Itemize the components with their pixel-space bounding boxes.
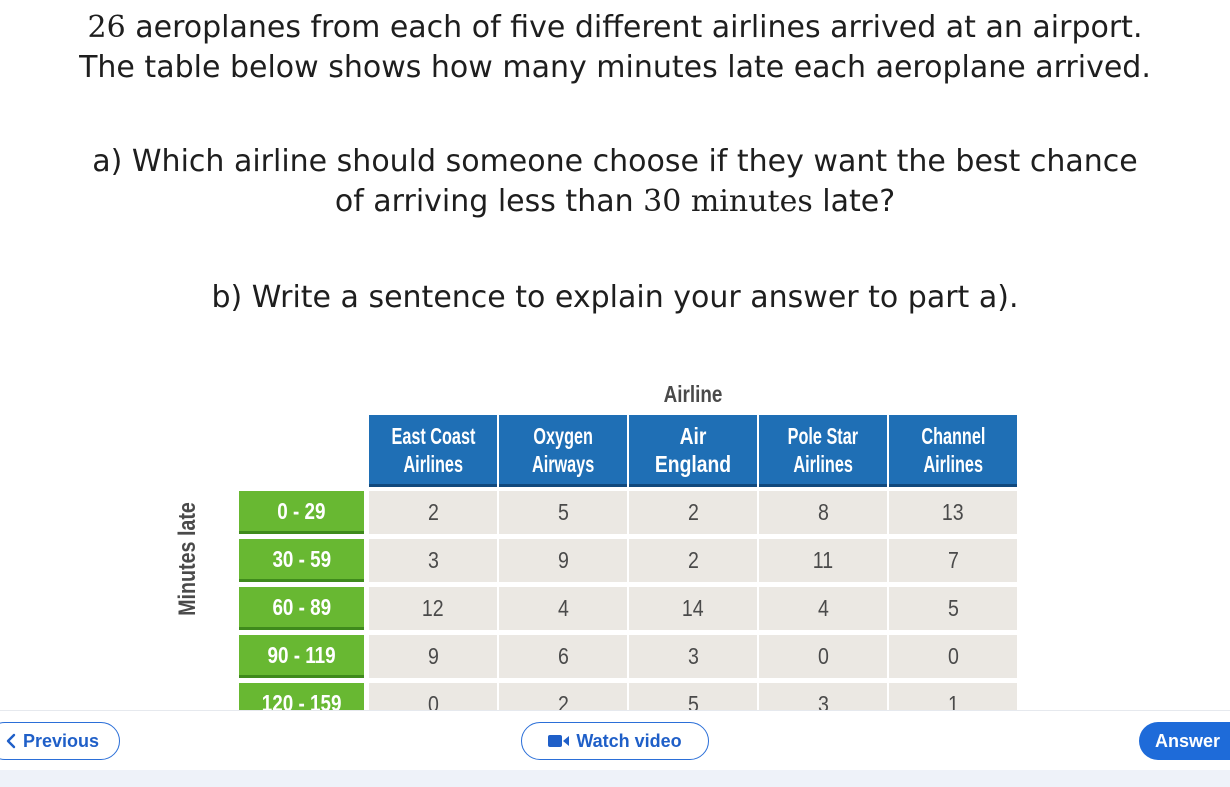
column-header-pole-star: Pole Star Airlines — [759, 415, 887, 487]
table-cell: 2 — [499, 683, 627, 710]
answer-label: Answer — [1155, 730, 1221, 751]
table-cell: 3 — [369, 539, 497, 582]
part-a-math: 30 minutes — [643, 184, 813, 219]
table-cell: 5 — [889, 587, 1017, 630]
airplane-count: 26 — [87, 10, 126, 45]
table-cell: 7 — [889, 539, 1017, 582]
part-a-text-post: late? — [812, 184, 896, 219]
row-header-120-159: 120 - 159 — [239, 683, 364, 710]
row-header-0-29: 0 - 29 — [239, 491, 364, 534]
chevron-left-icon — [5, 733, 17, 749]
table-cell: 12 — [369, 587, 497, 630]
answer-button[interactable]: Answer — [1139, 722, 1230, 760]
row-group-title: Minutes late — [174, 502, 201, 616]
table-cell: 14 — [629, 587, 757, 630]
column-header-oxygen: Oxygen Airways — [499, 415, 627, 487]
table-cell: 9 — [369, 635, 497, 678]
bottom-strip — [0, 770, 1230, 787]
table-cell: 0 — [369, 683, 497, 710]
column-header-channel: Channel Airlines — [889, 415, 1017, 487]
column-header-air-england: Air England — [629, 415, 757, 487]
table-cell: 5 — [499, 491, 627, 534]
column-header-east-coast: East Coast Airlines — [369, 415, 497, 487]
row-header-30-59: 30 - 59 — [239, 539, 364, 582]
question-part-a-line1: a) Which airline should someone choose i… — [92, 144, 1138, 179]
table-cell: 4 — [759, 587, 887, 630]
table-cell: 6 — [499, 635, 627, 678]
table-cell: 0 — [759, 635, 887, 678]
table-cell: 5 — [629, 683, 757, 710]
question-intro-line2: The table below shows how many minutes l… — [79, 50, 1151, 85]
question-intro-text: aeroplanes from each of five different a… — [125, 10, 1143, 45]
table-cell: 3 — [629, 635, 757, 678]
question-part-a-line2: of arriving less than 30 minutes late? — [0, 182, 1230, 222]
table-cell: 4 — [499, 587, 627, 630]
table-cell: 13 — [889, 491, 1017, 534]
column-group-title: Airline — [663, 381, 723, 407]
watch-video-label: Watch video — [576, 730, 682, 751]
table-cell: 2 — [629, 539, 757, 582]
video-camera-icon — [548, 734, 570, 748]
table-cell: 2 — [369, 491, 497, 534]
row-header-90-119: 90 - 119 — [239, 635, 364, 678]
question-intro: 26 aeroplanes from each of five differen… — [0, 8, 1230, 88]
table-cell: 1 — [889, 683, 1017, 710]
row-header-60-89: 60 - 89 — [239, 587, 364, 630]
table-cell: 2 — [629, 491, 757, 534]
table-cell: 11 — [759, 539, 887, 582]
previous-label: Previous — [23, 730, 100, 751]
part-a-text-pre: of arriving less than — [334, 184, 644, 219]
table-cell: 3 — [759, 683, 887, 710]
table-cell: 8 — [759, 491, 887, 534]
lateness-table: Airline East Coast Airlines Oxygen Airways… — [0, 375, 1230, 710]
previous-button[interactable]: Previous — [0, 722, 120, 760]
question-intro-line1: 26 aeroplanes from each of five differen… — [0, 8, 1230, 48]
table-cell: 9 — [499, 539, 627, 582]
watch-video-button[interactable]: Watch video — [521, 722, 709, 760]
question-part-a: a) Which airline should someone choose i… — [0, 142, 1230, 222]
table-cell: 0 — [889, 635, 1017, 678]
question-part-b: b) Write a sentence to explain your answ… — [211, 280, 1019, 315]
